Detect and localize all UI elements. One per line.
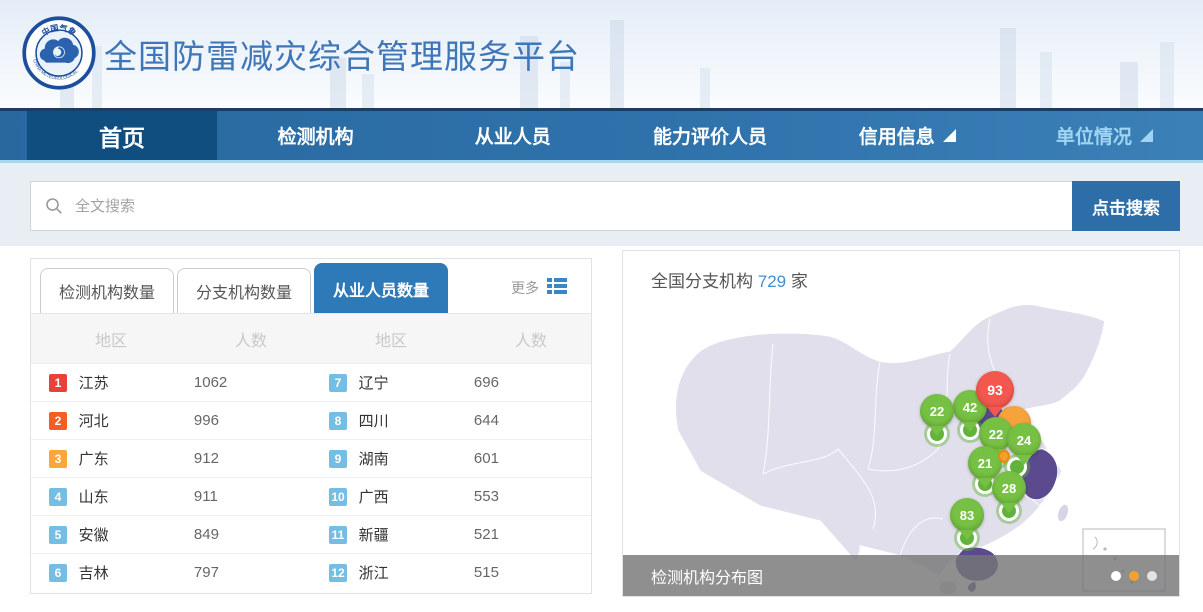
search-box: 点击搜索 bbox=[30, 181, 1180, 231]
count-cell: 911 bbox=[194, 488, 311, 505]
search-input[interactable] bbox=[63, 182, 1072, 230]
region-cell: 四川 bbox=[359, 410, 474, 431]
site-header: 中国气象 CHINA METEOROLOGICAL 全国防雷减灾综合管理服务平台 bbox=[0, 0, 1203, 108]
nav-item-evaluators[interactable]: 能力评价人员 bbox=[611, 111, 808, 160]
count-cell: 849 bbox=[194, 526, 311, 543]
count-cell: 797 bbox=[194, 564, 311, 581]
map-caption-bar: 检测机构分布图 bbox=[623, 555, 1179, 596]
map-marker[interactable]: 28 bbox=[992, 471, 1026, 505]
rank-badge: 6 bbox=[49, 564, 67, 582]
map-caption: 检测机构分布图 bbox=[651, 564, 763, 588]
region-cell: 新疆 bbox=[359, 524, 474, 545]
taiwan-island bbox=[1055, 503, 1070, 523]
search-icon bbox=[45, 197, 63, 215]
column-header-region: 地区 bbox=[31, 327, 191, 351]
dropdown-triangle-icon bbox=[943, 129, 956, 142]
region-cell: 广东 bbox=[79, 448, 194, 469]
column-header-count: 人数 bbox=[191, 327, 311, 351]
stats-panel: 检测机构数量 分支机构数量 从业人员数量 更多 地区 人数 地区 人数 1 江苏… bbox=[30, 258, 592, 594]
more-link[interactable]: 更多 bbox=[511, 278, 539, 298]
count-cell: 996 bbox=[194, 412, 311, 429]
rank-badge: 11 bbox=[329, 526, 347, 544]
count-cell: 601 bbox=[474, 450, 591, 467]
map-marker[interactable]: 83 bbox=[950, 498, 984, 532]
tab-testing-institutions-count[interactable]: 检测机构数量 bbox=[40, 268, 174, 313]
rank-badge: 2 bbox=[49, 412, 67, 430]
count-cell: 912 bbox=[194, 450, 311, 467]
rank-badge: 3 bbox=[49, 450, 67, 468]
count-cell: 553 bbox=[474, 488, 591, 505]
stats-tabs: 检测机构数量 分支机构数量 从业人员数量 bbox=[40, 263, 451, 313]
region-cell: 湖南 bbox=[359, 448, 474, 469]
page: 中国气象 CHINA METEOROLOGICAL 全国防雷减灾综合管理服务平台… bbox=[0, 0, 1203, 612]
nav-item-unit-status[interactable]: 单位情况 bbox=[1006, 111, 1203, 160]
map-title-suffix: 家 bbox=[791, 272, 808, 291]
rank-badge: 8 bbox=[329, 412, 347, 430]
china-map bbox=[623, 299, 1179, 594]
nav-item-label: 信用信息 bbox=[859, 122, 935, 149]
region-cell: 浙江 bbox=[359, 562, 474, 583]
site-title: 全国防雷减灾综合管理服务平台 bbox=[104, 30, 580, 78]
table-row: 3 广东 912 9 湖南 601 bbox=[31, 439, 591, 477]
region-cell: 安徽 bbox=[79, 524, 194, 545]
count-cell: 1062 bbox=[194, 374, 311, 391]
rank-badge: 4 bbox=[49, 488, 67, 506]
table-row: 5 安徽 849 11 新疆 521 bbox=[31, 515, 591, 553]
rank-badge: 9 bbox=[329, 450, 347, 468]
rank-badge: 1 bbox=[49, 374, 67, 392]
table-header: 地区 人数 地区 人数 bbox=[31, 313, 591, 363]
carousel-dot[interactable] bbox=[1147, 571, 1157, 581]
nav-item-institutions[interactable]: 检测机构 bbox=[217, 111, 414, 160]
carousel-dot-active[interactable] bbox=[1129, 571, 1139, 581]
china-meteorological-logo-icon: 中国气象 CHINA METEOROLOGICAL bbox=[22, 16, 96, 90]
map-marker[interactable]: 93 bbox=[976, 371, 1014, 409]
tab-practitioner-count[interactable]: 从业人员数量 bbox=[314, 263, 448, 313]
nav-item-practitioners[interactable]: 从业人员 bbox=[414, 111, 611, 160]
nav-items: 检测机构 从业人员 能力评价人员 信用信息 单位情况 bbox=[217, 111, 1203, 160]
map-title: 全国分支机构 729 家 bbox=[651, 267, 808, 292]
tab-branch-count[interactable]: 分支机构数量 bbox=[177, 268, 311, 313]
count-cell: 515 bbox=[474, 564, 591, 581]
list-icon[interactable] bbox=[547, 277, 567, 295]
region-cell: 辽宁 bbox=[359, 372, 474, 393]
count-cell: 521 bbox=[474, 526, 591, 543]
rank-badge: 5 bbox=[49, 526, 67, 544]
rank-badge: 12 bbox=[329, 564, 347, 582]
main-nav: 首页 检测机构 从业人员 能力评价人员 信用信息 单位情况 bbox=[0, 108, 1203, 163]
table-row: 1 江苏 1062 7 辽宁 696 bbox=[31, 363, 591, 401]
region-cell: 吉林 bbox=[79, 562, 194, 583]
region-cell: 广西 bbox=[359, 486, 474, 507]
nav-item-home[interactable]: 首页 bbox=[27, 111, 217, 160]
search-button[interactable]: 点击搜索 bbox=[1072, 181, 1180, 231]
rank-badge: 7 bbox=[329, 374, 347, 392]
nav-item-label: 单位情况 bbox=[1056, 122, 1132, 149]
region-cell: 山东 bbox=[79, 486, 194, 507]
column-header-count: 人数 bbox=[471, 327, 591, 351]
carousel-dots bbox=[1111, 571, 1157, 581]
region-cell: 河北 bbox=[79, 410, 194, 431]
dropdown-triangle-icon bbox=[1140, 129, 1153, 142]
table-row: 6 吉林 797 12 浙江 515 bbox=[31, 553, 591, 591]
map-marker[interactable]: 24 bbox=[1007, 423, 1041, 457]
branch-count: 729 bbox=[758, 272, 786, 291]
count-cell: 696 bbox=[474, 374, 591, 391]
rank-badge: 10 bbox=[329, 488, 347, 506]
search-section: 点击搜索 bbox=[0, 163, 1203, 246]
column-header-region: 地区 bbox=[311, 327, 471, 351]
region-cell: 江苏 bbox=[79, 372, 194, 393]
map-panel: 全国分支机构 729 家 bbox=[622, 250, 1180, 597]
table-row: 4 山东 911 10 广西 553 bbox=[31, 477, 591, 515]
stats-tabs-row: 检测机构数量 分支机构数量 从业人员数量 更多 bbox=[31, 259, 591, 313]
carousel-dot[interactable] bbox=[1111, 571, 1121, 581]
map-marker[interactable]: 22 bbox=[920, 394, 954, 428]
map-title-prefix: 全国分支机构 bbox=[651, 272, 753, 291]
table-row: 2 河北 996 8 四川 644 bbox=[31, 401, 591, 439]
count-cell: 644 bbox=[474, 412, 591, 429]
nav-item-credit-info[interactable]: 信用信息 bbox=[809, 111, 1006, 160]
